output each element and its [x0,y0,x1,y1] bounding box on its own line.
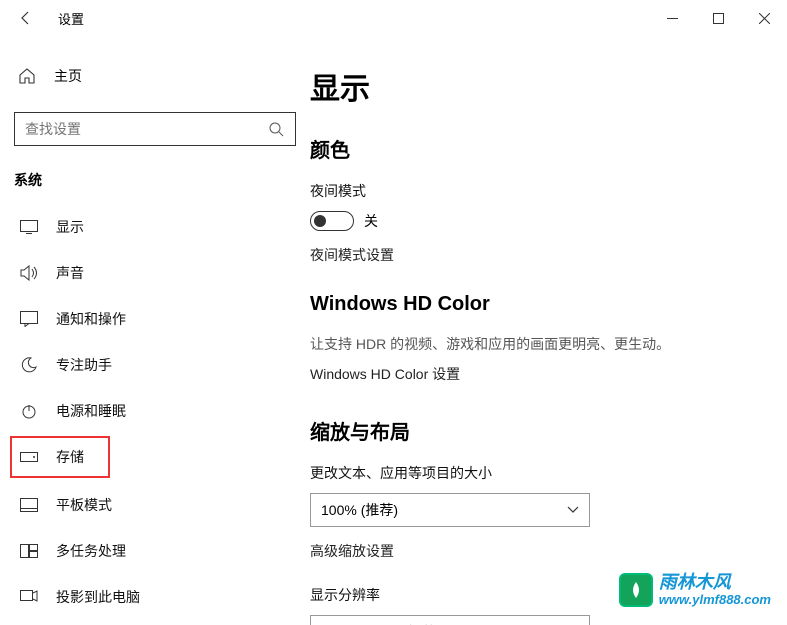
sidebar-item-label: 多任务处理 [56,541,126,561]
sidebar-item-sound[interactable]: 声音 [10,250,304,296]
sidebar-item-label: 平板模式 [56,495,112,515]
search-box[interactable] [14,112,296,146]
main-content: 显示 颜色 夜间模式 关 夜间模式设置 Windows HD Color 让支持… [310,36,787,625]
sidebar-item-label: 电源和睡眠 [56,401,126,421]
watermark-name: 雨林木风 [659,573,771,593]
section-color-heading: 颜色 [310,134,757,163]
sidebar-item-label: 显示 [56,217,84,237]
section-scale-heading: 缩放与布局 [310,416,757,445]
night-mode-settings-link[interactable]: 夜间模式设置 [310,245,757,265]
sidebar-item-tablet[interactable]: 平板模式 [10,482,304,528]
sidebar-item-storage[interactable]: 存储 [10,436,110,478]
watermark-url: www.ylmf888.com [659,593,771,607]
sidebar-item-label: 存储 [56,447,84,467]
scale-dropdown[interactable]: 100% (推荐) [310,493,590,527]
sidebar-item-display[interactable]: 显示 [10,204,304,250]
minimize-button[interactable] [649,2,695,34]
sidebar-item-project[interactable]: 投影到此电脑 [10,574,304,620]
arrow-left-icon [18,10,34,26]
hd-settings-link[interactable]: Windows HD Color 设置 [310,364,757,384]
minimize-icon [667,13,678,24]
search-input[interactable] [25,121,267,137]
window-title: 设置 [58,9,84,28]
title-bar: 设置 [0,0,787,36]
page-title: 显示 [310,64,757,108]
monitor-icon [18,220,40,234]
night-mode-state: 关 [364,211,378,231]
watermark-logo [619,573,653,607]
scale-label: 更改文本、应用等项目的大小 [310,463,757,483]
project-icon [18,590,40,604]
night-mode-toggle[interactable] [310,211,354,231]
sidebar-item-multitask[interactable]: 多任务处理 [10,528,304,574]
search-icon [267,121,285,137]
section-hd-heading: Windows HD Color [310,293,757,316]
sidebar-home[interactable]: 主页 [10,56,304,96]
advanced-scale-link[interactable]: 高级缩放设置 [310,541,757,561]
window-controls [649,2,787,34]
sidebar-item-power[interactable]: 电源和睡眠 [10,388,304,434]
moon-icon [18,357,40,373]
sidebar: 主页 系统 显示 声音 通知和操作 专注助手 电源和睡眠 [0,36,310,625]
scale-value: 100% (推荐) [321,500,398,520]
watermark: 雨林木风 www.ylmf888.com [619,573,771,607]
night-mode-label: 夜间模式 [310,181,757,201]
back-button[interactable] [14,6,38,30]
hd-description: 让支持 HDR 的视频、游戏和应用的画面更明亮、更生动。 [310,334,757,354]
sidebar-item-notifications[interactable]: 通知和操作 [10,296,304,342]
message-icon [18,311,40,327]
sidebar-item-label: 专注助手 [56,355,112,375]
drive-icon [18,452,40,462]
sidebar-home-label: 主页 [54,66,82,86]
close-button[interactable] [741,2,787,34]
close-icon [759,13,770,24]
sidebar-item-focus[interactable]: 专注助手 [10,342,304,388]
multitask-icon [18,544,40,558]
maximize-icon [713,13,724,24]
resolution-dropdown[interactable]: 1920 × 1080 (推荐) [310,615,590,625]
chevron-down-icon [567,506,579,514]
toggle-knob [314,215,326,227]
sidebar-category: 系统 [10,164,304,204]
sidebar-item-label: 通知和操作 [56,309,126,329]
leaf-icon [626,580,646,600]
home-icon [16,67,38,85]
speaker-icon [18,265,40,281]
power-icon [18,403,40,419]
maximize-button[interactable] [695,2,741,34]
tablet-icon [18,498,40,512]
sidebar-item-label: 声音 [56,263,84,283]
sidebar-item-label: 投影到此电脑 [56,587,140,607]
